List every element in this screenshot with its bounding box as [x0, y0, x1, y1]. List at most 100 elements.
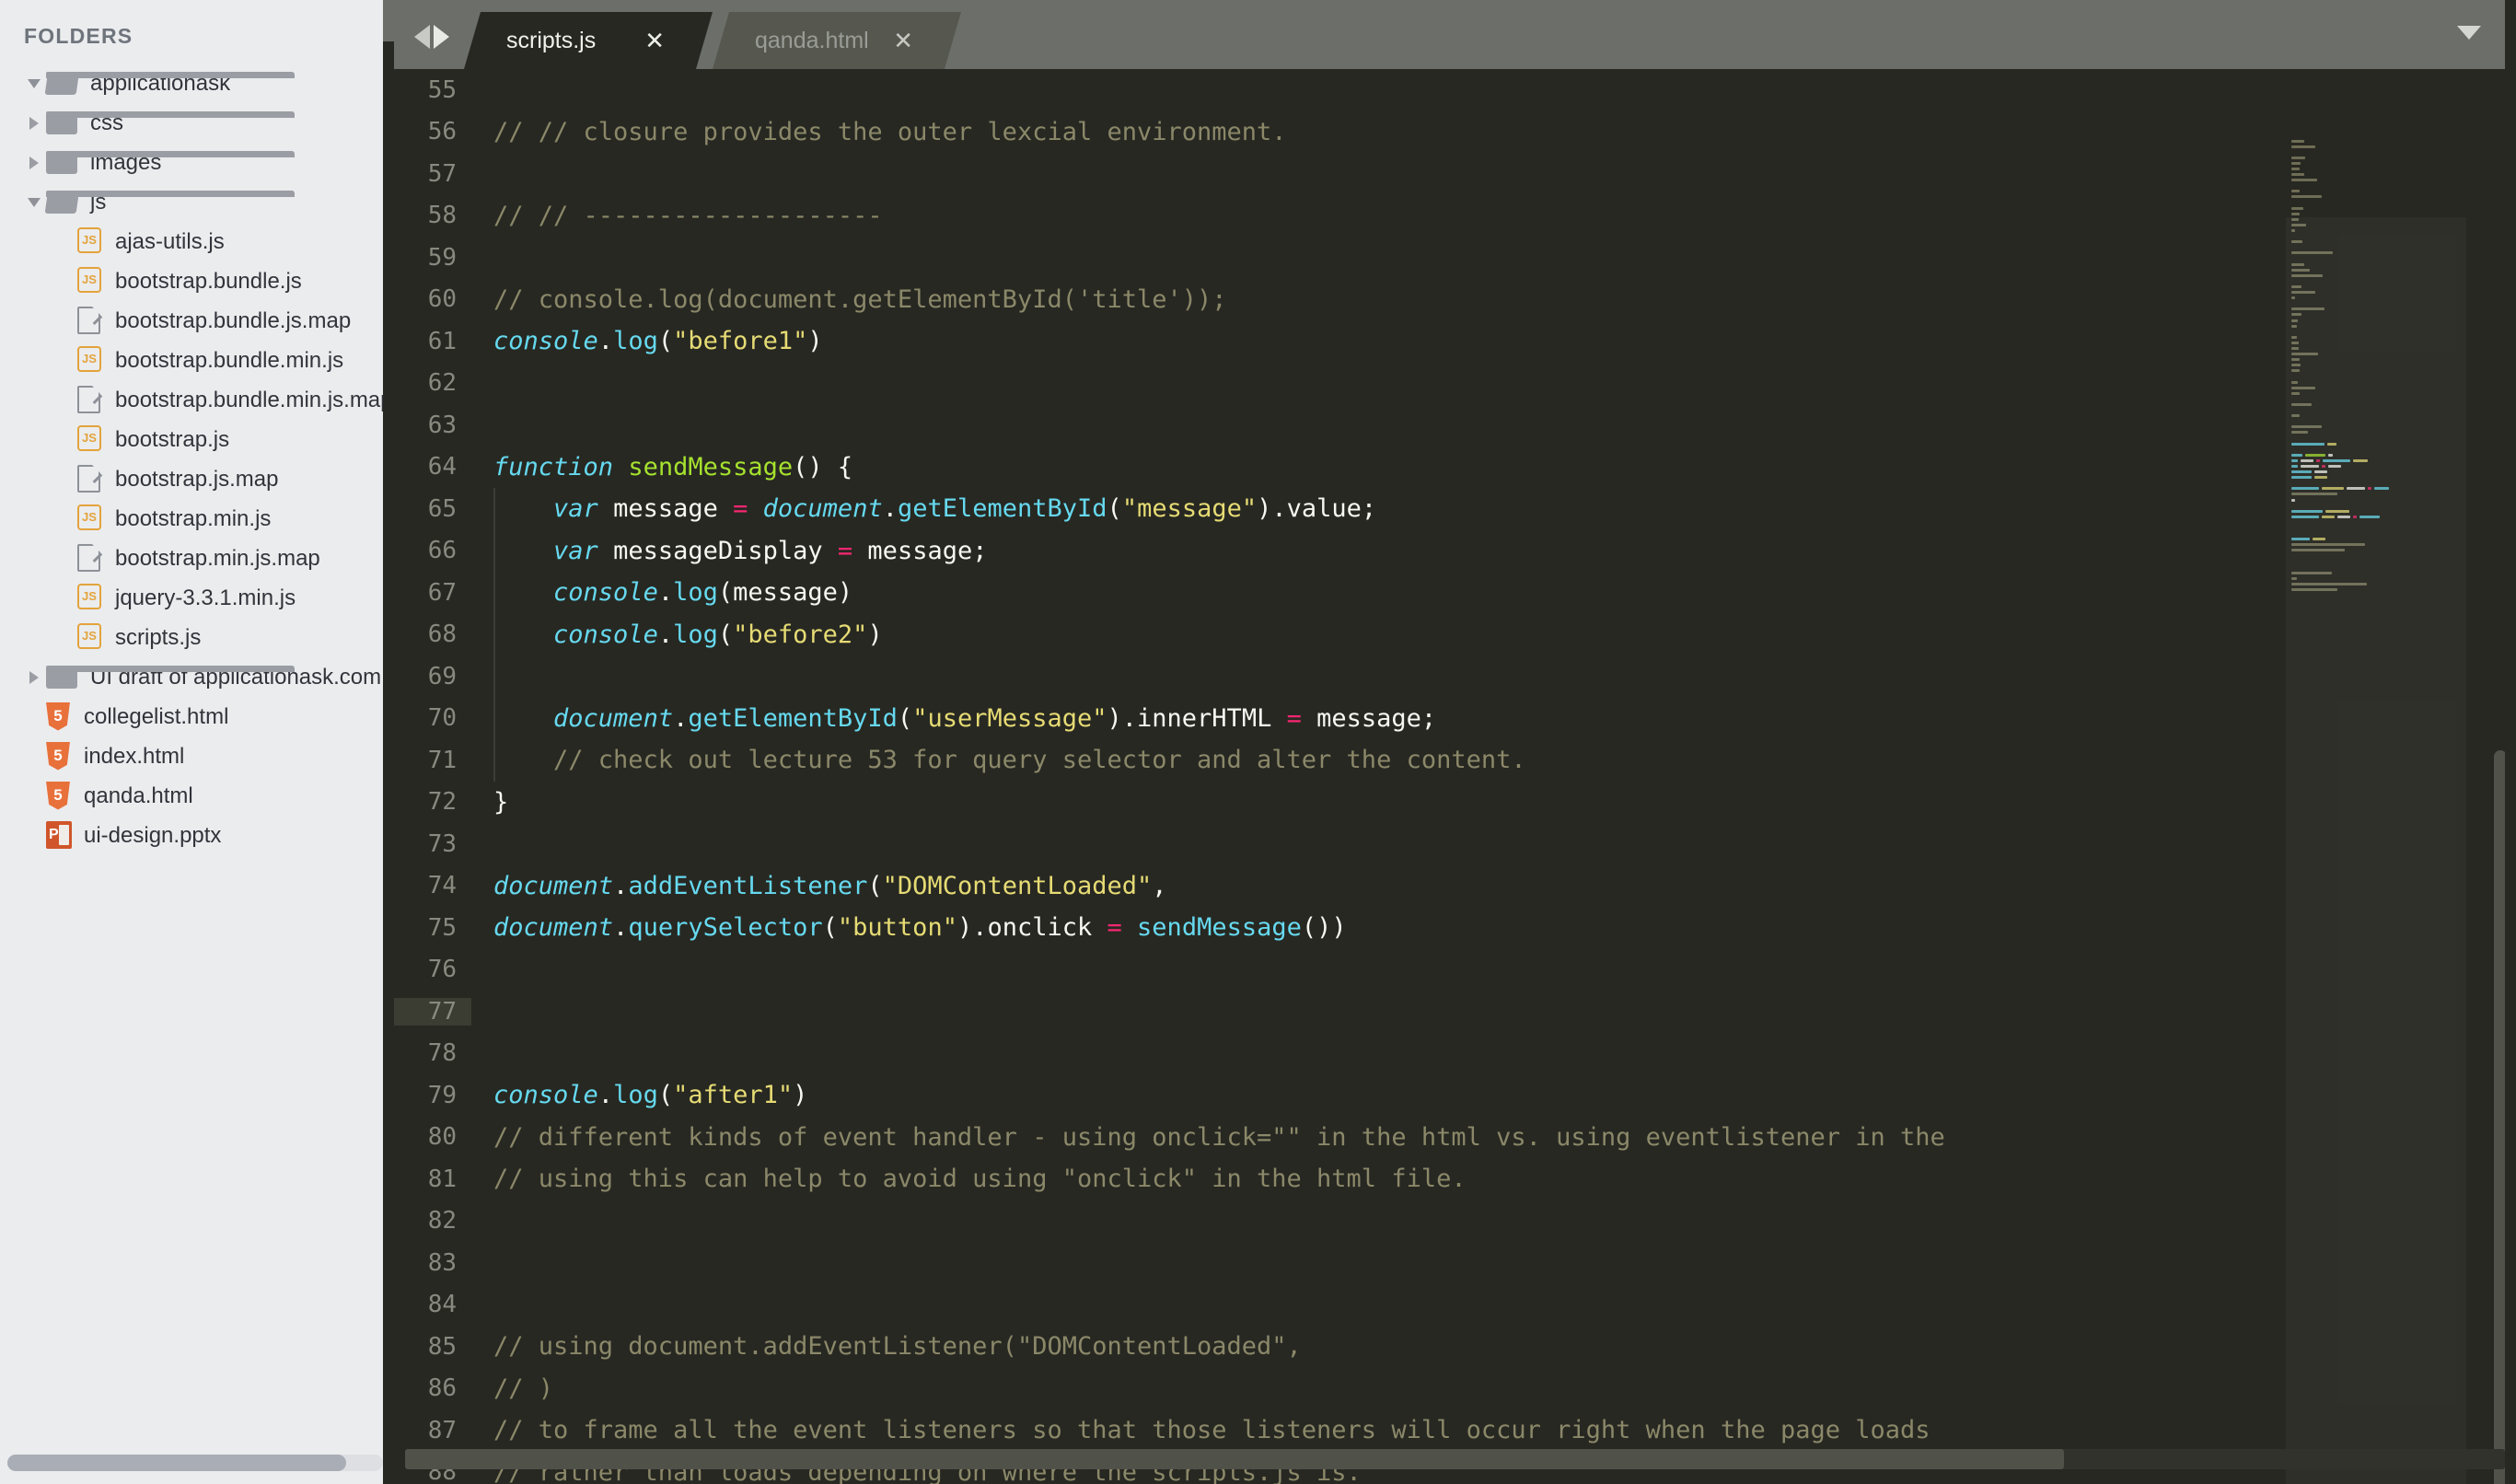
code-line[interactable]: 79 console.log("after1")	[394, 1074, 2516, 1117]
tree-item-jquery-3-3-1-min-js[interactable]: JS jquery-3.3.1.min.js	[0, 578, 394, 618]
code-line[interactable]: 59	[394, 237, 2516, 279]
editor-scrollbar-thumb[interactable]	[405, 1449, 2064, 1469]
code-text[interactable]: // console.log(document.getElementById('…	[471, 285, 1227, 314]
tree-item-scripts-js[interactable]: JS scripts.js	[0, 618, 394, 657]
code-lines[interactable]: 55 56 // // closure provides the outer lex…	[394, 69, 2516, 1484]
code-text[interactable]: console.log(message)	[471, 578, 852, 607]
code-text[interactable]: console.log("after1")	[471, 1081, 807, 1109]
code-line[interactable]: 55	[394, 69, 2516, 111]
code-line[interactable]: 56 // // closure provides the outer lexci…	[394, 111, 2516, 154]
tree-item-bootstrap-min-js[interactable]: JS bootstrap.min.js	[0, 499, 394, 539]
code-line[interactable]: 61 console.log("before1")	[394, 320, 2516, 363]
code-line[interactable]: 81 // using this can help to avoid using …	[394, 1158, 2516, 1200]
tree-item-ui-draft-of-applicationask-com[interactable]: UI draft of applicationask.com	[0, 657, 394, 697]
tree-item-qanda-html[interactable]: 5 qanda.html	[0, 776, 394, 816]
code-line[interactable]: 63	[394, 404, 2516, 446]
code-text[interactable]: // different kinds of event handler - us…	[471, 1123, 1945, 1152]
tree-item-bootstrap-min-js-map[interactable]: bootstrap.min.js.map	[0, 539, 394, 578]
code-text[interactable]: var messageDisplay = message;	[471, 537, 987, 565]
code-line[interactable]: 58 // // --------------------	[394, 195, 2516, 238]
line-number: 84	[427, 1291, 457, 1319]
line-number: 65	[427, 494, 457, 523]
tree-item-collegelist-html[interactable]: 5 collegelist.html	[0, 697, 394, 736]
code-text[interactable]: }	[471, 788, 508, 817]
code-text[interactable]: document.addEventListener("DOMContentLoa…	[471, 872, 1167, 900]
code-text[interactable]: console.log("before1")	[471, 327, 823, 355]
code-line[interactable]: 86 // )	[394, 1368, 2516, 1410]
code-text[interactable]: document.querySelector("button").onclick…	[471, 913, 1347, 942]
code-line[interactable]: 76	[394, 949, 2516, 991]
tree-item-bootstrap-bundle-js-map[interactable]: bootstrap.bundle.js.map	[0, 301, 394, 341]
code-text[interactable]: // )	[471, 1374, 553, 1403]
tree-item-css[interactable]: css	[0, 103, 394, 143]
minimap-viewport[interactable]	[2286, 217, 2466, 1484]
editor-horizontal-scrollbar[interactable]	[405, 1449, 2505, 1469]
code-line[interactable]: 60 // console.log(document.getElementById…	[394, 279, 2516, 321]
code-line[interactable]: 71 // check out lecture 53 for query sel…	[394, 739, 2516, 782]
code-line[interactable]: 70 document.getElementById("userMessage"…	[394, 697, 2516, 739]
tab-close-icon[interactable]: ✕	[644, 27, 665, 55]
tree-item-ui-design-pptx[interactable]: Pui-design.pptx	[0, 816, 394, 855]
tab-qanda-html[interactable]: qanda.html ✕	[713, 12, 961, 69]
tree-item-ajas-utils-js[interactable]: JS ajas-utils.js	[0, 222, 394, 261]
code-line[interactable]: 83	[394, 1242, 2516, 1284]
tree-item-applicationask[interactable]: applicationask	[0, 64, 394, 103]
tree-item-images[interactable]: images	[0, 143, 394, 182]
code-text[interactable]: // // closure provides the outer lexcial…	[471, 118, 1287, 146]
code-line[interactable]: 80 // different kinds of event handler - …	[394, 1117, 2516, 1159]
code-line[interactable]: 65 var message = document.getElementById…	[394, 488, 2516, 530]
tab-nav-arrows[interactable]	[394, 25, 464, 69]
tree-item-bootstrap-bundle-min-js-map[interactable]: bootstrap.bundle.min.js.map	[0, 380, 394, 420]
code-line[interactable]: 74 document.addEventListener("DOMContentL…	[394, 865, 2516, 908]
code-line[interactable]: 87 // to frame all the event listeners so…	[394, 1409, 2516, 1452]
code-line[interactable]: 62	[394, 363, 2516, 405]
chevron-right-icon[interactable]	[22, 156, 46, 169]
tree-item-bootstrap-js[interactable]: JS bootstrap.js	[0, 420, 394, 459]
sidebar-scrollbar-thumb[interactable]	[7, 1455, 346, 1471]
code-line[interactable]: 78	[394, 1033, 2516, 1075]
code-text[interactable]: console.log("before2")	[471, 620, 883, 649]
code-text[interactable]: var message = document.getElementById("m…	[471, 494, 1376, 523]
chevron-down-icon[interactable]	[2457, 26, 2481, 40]
line-number: 59	[427, 243, 457, 272]
code-text[interactable]: // check out lecture 53 for query select…	[471, 746, 1526, 774]
code-editor[interactable]: 55 56 // // closure provides the outer lex…	[394, 69, 2516, 1484]
code-line[interactable]: 82	[394, 1200, 2516, 1243]
code-line[interactable]: 57	[394, 153, 2516, 195]
code-line[interactable]: 66 var messageDisplay = message;	[394, 529, 2516, 572]
tab-scripts-js[interactable]: scripts.js ✕	[464, 12, 713, 69]
code-line[interactable]: 84	[394, 1284, 2516, 1327]
indent-guide	[493, 613, 495, 655]
code-line[interactable]: 67 console.log(message)	[394, 572, 2516, 614]
code-text[interactable]: // to frame all the event listeners so t…	[471, 1416, 1930, 1444]
code-text[interactable]: function sendMessage() {	[471, 453, 852, 481]
nav-right-arrow-icon[interactable]	[434, 25, 449, 49]
sidebar-horizontal-scrollbar[interactable]	[7, 1455, 383, 1471]
code-line[interactable]: 73	[394, 823, 2516, 865]
code-text[interactable]: // using document.addEventListener("DOMC…	[471, 1332, 1302, 1361]
code-line[interactable]: 85 // using document.addEventListener("DO…	[394, 1326, 2516, 1368]
minimap[interactable]	[2286, 138, 2466, 1484]
tree-item-bootstrap-js-map[interactable]: bootstrap.js.map	[0, 459, 394, 499]
code-line[interactable]: 72}	[394, 782, 2516, 824]
code-line[interactable]: 75 document.querySelector("button").oncli…	[394, 907, 2516, 949]
code-text[interactable]: // using this can help to avoid using "o…	[471, 1165, 1467, 1193]
chevron-down-icon[interactable]	[22, 78, 46, 88]
code-line[interactable]: 69	[394, 655, 2516, 698]
nav-left-arrow-icon[interactable]	[414, 25, 430, 49]
code-text[interactable]: document.getElementById("userMessage").i…	[471, 704, 1436, 733]
chevron-right-icon[interactable]	[22, 116, 46, 130]
tree-item-bootstrap-bundle-js[interactable]: JS bootstrap.bundle.js	[0, 261, 394, 301]
folders-heading: FOLDERS	[24, 24, 133, 48]
chevron-down-icon[interactable]	[22, 197, 46, 207]
tab-close-icon[interactable]: ✕	[893, 27, 913, 55]
chevron-right-icon[interactable]	[22, 670, 46, 684]
tree-item-index-html[interactable]: 5 index.html	[0, 736, 394, 776]
code-line[interactable]: 77	[394, 991, 2516, 1033]
tree-item-js[interactable]: js	[0, 182, 394, 222]
code-line[interactable]: 68 console.log("before2")	[394, 613, 2516, 655]
tree-item-label: bootstrap.bundle.min.js	[115, 347, 344, 373]
tree-item-bootstrap-bundle-min-js[interactable]: JS bootstrap.bundle.min.js	[0, 341, 394, 380]
code-line[interactable]: 64 function sendMessage() {	[394, 446, 2516, 489]
code-text[interactable]: // // --------------------	[471, 202, 883, 230]
